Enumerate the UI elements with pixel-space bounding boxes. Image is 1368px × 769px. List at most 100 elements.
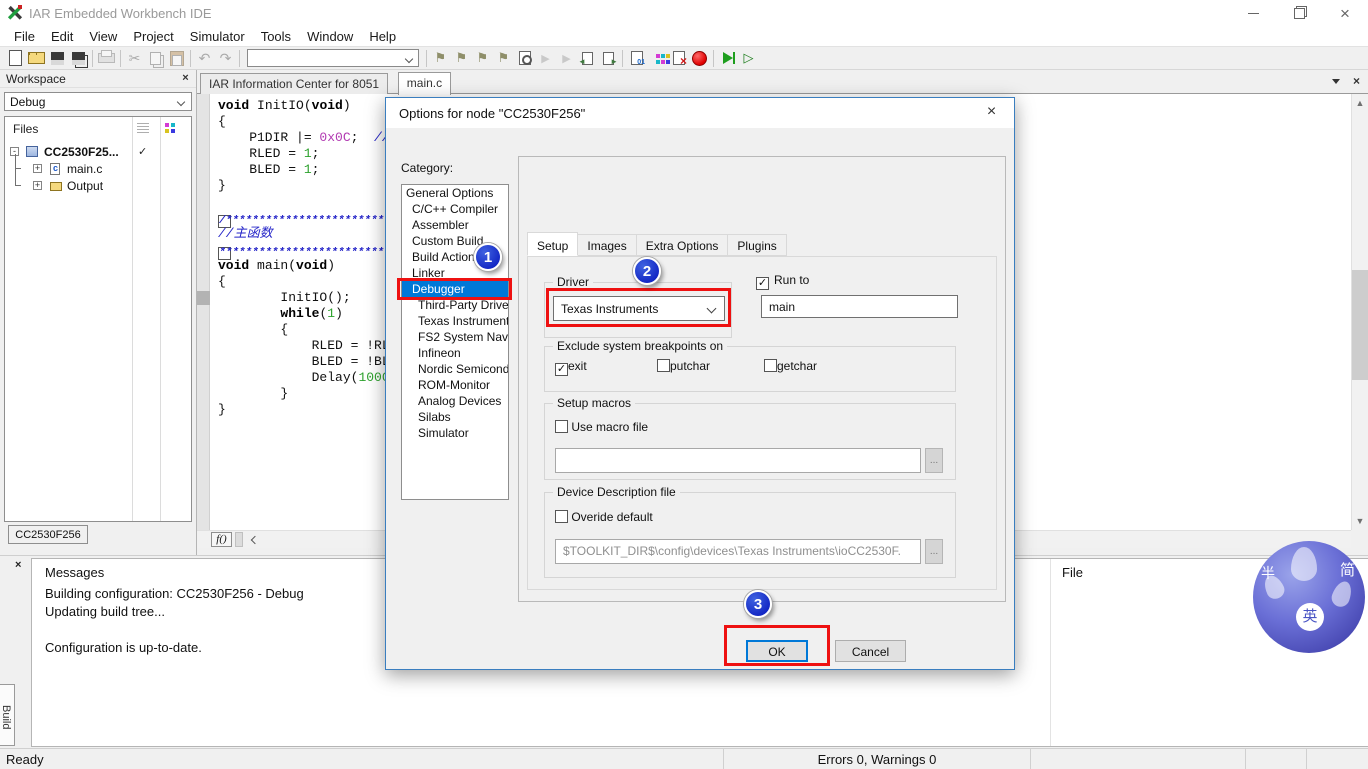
vertical-scrollbar-thumb[interactable] [1352,270,1368,380]
make-icon[interactable] [647,48,668,68]
macros-group-label: Setup macros [553,396,636,410]
scrollbar-grip[interactable] [235,532,243,547]
build-panel-close-icon[interactable] [15,559,21,571]
undo-icon[interactable]: ↶ [194,48,215,68]
putchar-checkbox[interactable] [657,359,670,372]
dialog-close-icon[interactable] [969,98,1014,128]
copy-icon[interactable] [145,48,166,68]
category-simulator[interactable]: Simulator [402,425,508,441]
menu-help[interactable]: Help [361,29,404,44]
compile-icon[interactable] [626,48,647,68]
category-texas-instruments[interactable]: Texas Instruments [402,313,508,329]
toolbar-separator [239,49,240,67]
find-in-files-icon[interactable] [514,48,535,68]
window-controls [1230,0,1368,26]
cancel-button[interactable]: Cancel [835,640,906,662]
scroll-down-icon[interactable]: ▼ [1355,516,1365,526]
run-to-input[interactable]: main [761,295,958,318]
editor-vertical-scrollbar[interactable]: ▲ ▼ [1351,94,1368,530]
previous-bookmark-icon[interactable]: ⚑ [451,48,472,68]
tree-expand-icon[interactable]: + [33,164,42,173]
configuration-dropdown[interactable]: Debug [4,92,192,111]
save-icon[interactable] [47,48,68,68]
navigate-insert-icon[interactable]: ▶ [556,48,577,68]
open-file-icon[interactable] [26,48,47,68]
output-column-icon[interactable] [165,123,169,127]
category-silabs[interactable]: Silabs [402,409,508,425]
tree-item-cc2530f25-[interactable]: - CC2530F25... ✓ [5,143,191,160]
clear-bookmarks-icon[interactable]: ⚑ [493,48,514,68]
download-and-debug-icon[interactable] [717,48,738,68]
tree-item-label: Output [67,179,104,193]
next-document-icon[interactable] [598,48,619,68]
function-list-button[interactable]: f() [211,532,232,547]
editor-tab-iar-information-center-for-8051[interactable]: IAR Information Center for 8051 [200,73,389,94]
device-browse-button[interactable]: ... [925,539,943,564]
category-fs2-system-navig[interactable]: FS2 System Navig [402,329,508,345]
paste-icon[interactable] [166,48,187,68]
category-analog-devices[interactable]: Analog Devices [402,393,508,409]
toggle-bookmark-icon[interactable]: ⚑ [430,48,451,68]
breakpoint-gutter[interactable] [197,94,210,530]
toggle-breakpoint-icon[interactable] [689,48,710,68]
menu-window[interactable]: Window [299,29,361,44]
use-macro-file-checkbox[interactable] [555,420,568,433]
getchar-checkbox[interactable] [764,359,777,372]
toolbar: ✂↶↷⚑⚑⚑⚑▶▶▷ [0,46,1368,70]
overview-column-icon[interactable] [137,123,149,134]
run-to-checkbox[interactable]: ✓ [756,277,769,290]
menu-simulator[interactable]: Simulator [182,29,253,44]
override-default-checkbox[interactable] [555,510,568,523]
redo-icon[interactable]: ↷ [215,48,236,68]
menu-tools[interactable]: Tools [253,29,299,44]
macro-file-input[interactable] [555,448,921,473]
category-nordic-semiconduc[interactable]: Nordic Semiconduc [402,361,508,377]
tab-plugins[interactable]: Plugins [728,234,787,256]
category-general-options[interactable]: General Options [402,185,508,201]
tree-item-main-c[interactable]: + main.c [5,154,191,177]
restore-icon[interactable] [1276,0,1322,26]
new-document-icon[interactable] [5,48,26,68]
tree-expand-icon[interactable]: + [33,181,42,190]
editor-tab-list-icon[interactable] [1332,79,1340,84]
exit-checkbox[interactable]: ✓ [555,363,568,376]
annotation-step-2: 2 [633,257,661,285]
macro-browse-button[interactable]: ... [925,448,943,473]
watermark-char-center: 英 [1296,603,1324,631]
category-assembler[interactable]: Assembler [402,217,508,233]
window-titlebar: IAR Embedded Workbench IDE [0,0,1368,26]
device-file-input[interactable]: $TOOLKIT_DIR$\config\devices\Texas Instr… [555,539,921,564]
menu-view[interactable]: View [81,29,125,44]
cut-icon[interactable]: ✂ [124,48,145,68]
category-infineon[interactable]: Infineon [402,345,508,361]
workspace-close-icon[interactable] [179,72,192,85]
tab-extra-options[interactable]: Extra Options [636,234,729,256]
editor-tab-main-c[interactable]: main.c [397,72,452,95]
scroll-up-icon[interactable]: ▲ [1355,98,1365,108]
close-icon[interactable] [1322,0,1368,26]
menu-file[interactable]: File [6,29,43,44]
watermark-char-left: 半 [1261,565,1275,581]
menu-project[interactable]: Project [125,29,181,44]
annotation-step-1: 1 [474,243,502,271]
scroll-left-icon[interactable] [246,532,261,547]
save-all-icon[interactable] [68,48,89,68]
workspace-project-tab[interactable]: CC2530F256 [8,525,88,544]
tab-images[interactable]: Images [578,234,637,256]
toolbar-search-combobox[interactable] [247,49,419,67]
annotation-box-ok [724,625,830,666]
menu-edit[interactable]: Edit [43,29,81,44]
editor-close-icon[interactable] [1353,74,1360,88]
tab-setup[interactable]: Setup [527,232,579,256]
stop-build-icon[interactable] [668,48,689,68]
navigate-forward-icon[interactable]: ▶ [535,48,556,68]
category-rom-monitor[interactable]: ROM-Monitor [402,377,508,393]
tree-item-output[interactable]: + Output [5,169,191,194]
build-panel-tab[interactable]: Build [0,684,15,746]
debug-without-downloading-icon[interactable]: ▷ [738,48,759,68]
print-icon[interactable] [96,48,117,68]
next-bookmark-icon[interactable]: ⚑ [472,48,493,68]
minimize-icon[interactable] [1230,0,1276,26]
category-c-c-compiler[interactable]: C/C++ Compiler [402,201,508,217]
previous-document-icon[interactable] [577,48,598,68]
